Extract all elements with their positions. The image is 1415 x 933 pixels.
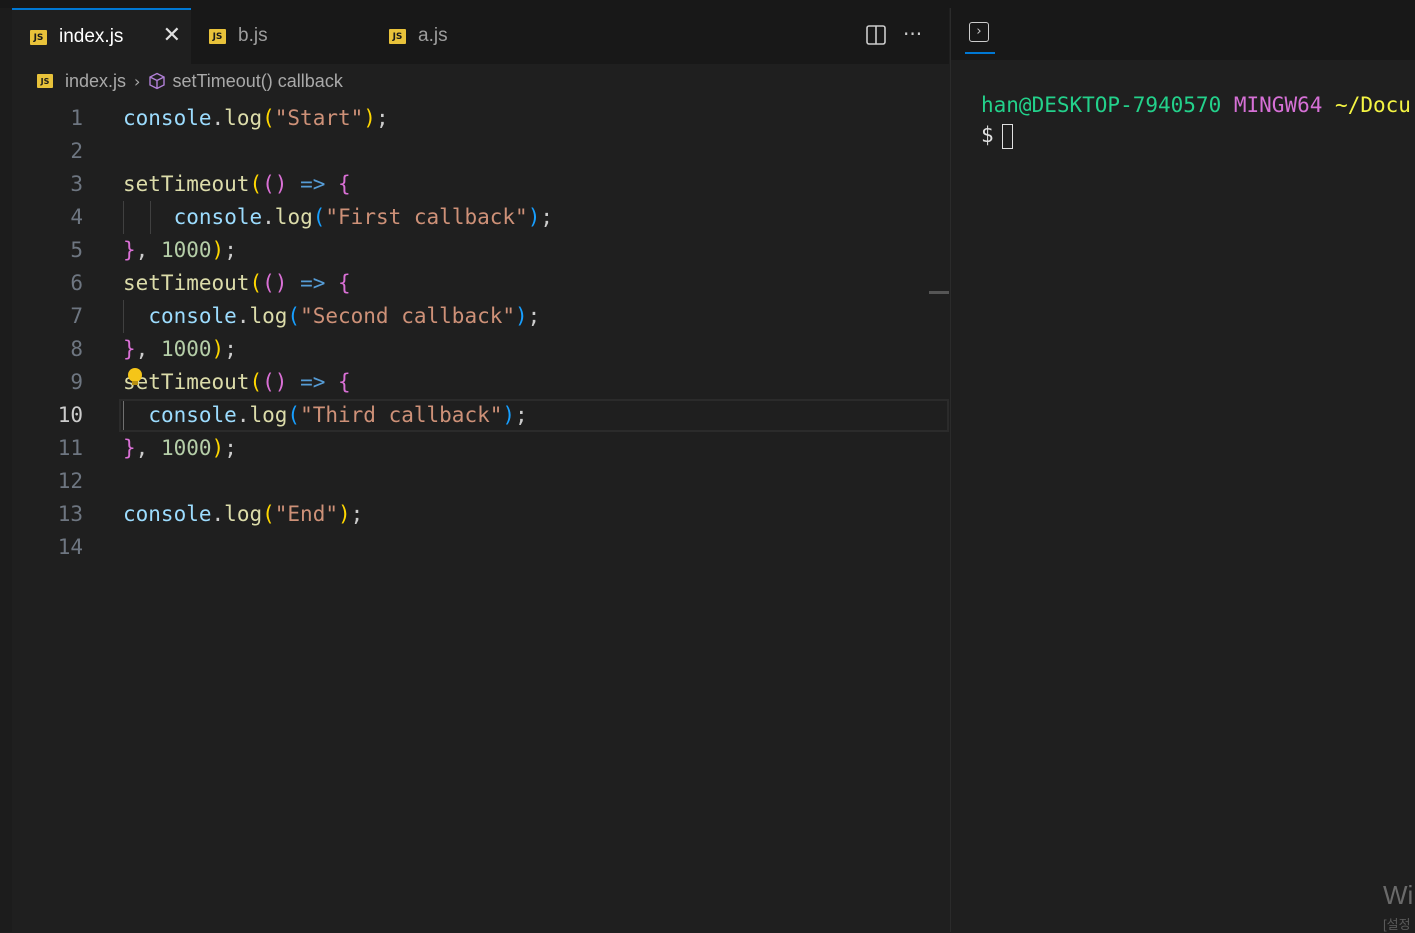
tab-index-js[interactable]: JS index.js ✕ <box>12 8 191 64</box>
minimap-indicator <box>929 291 949 294</box>
line-number: 13 <box>57 502 83 526</box>
line-number: 8 <box>70 337 83 361</box>
code-text: console.log("First callback"); <box>173 205 553 229</box>
code-text: setTimeout(() => { <box>123 271 351 295</box>
breadcrumb: JS index.js › setTimeout() callback <box>12 64 949 98</box>
code-text: }, 1000); <box>123 238 237 262</box>
js-file-icon: JS <box>209 28 226 44</box>
code-line[interactable]: 11 }, 1000); <box>12 432 949 465</box>
title-strip <box>0 0 1415 8</box>
close-icon[interactable]: ✕ <box>163 23 181 48</box>
code-line[interactable]: 10 console.log("Third callback"); <box>12 399 949 432</box>
code-line[interactable]: 14 <box>12 531 949 564</box>
line-number: 2 <box>70 139 83 163</box>
lightbulb-icon[interactable] <box>128 368 142 385</box>
line-number: 10 <box>57 403 83 427</box>
code-text: console.log("End"); <box>123 502 364 526</box>
terminal-cursor <box>1001 123 1013 149</box>
code-editor[interactable]: 1 console.log("Start"); 2 3 setTimeout(() =>… <box>12 102 949 564</box>
windows-activation-watermark-sub: [설정 <box>1383 917 1411 932</box>
code-line[interactable]: 5 }, 1000); <box>12 234 949 267</box>
line-number: 3 <box>70 172 83 196</box>
terminal-path: ~/Docu <box>1335 93 1411 117</box>
more-actions-icon[interactable]: ··· <box>903 22 922 46</box>
tab-label: b.js <box>238 25 268 46</box>
tab-a-js[interactable]: JS a.js <box>371 8 551 64</box>
symbol-method-icon <box>148 72 166 90</box>
js-file-icon: JS <box>389 28 406 44</box>
terminal-user: han@DESKTOP-7940570 <box>981 93 1222 117</box>
code-line[interactable]: 13 console.log("End"); <box>12 498 949 531</box>
terminal-panel: › han@DESKTOP-7940570 MINGW64 ~/Docu $ <box>950 8 1415 932</box>
chevron-right-icon: › <box>134 71 141 91</box>
line-number: 14 <box>57 535 83 559</box>
breadcrumb-file[interactable]: index.js <box>65 71 126 92</box>
terminal-prompt: $ <box>981 123 994 147</box>
line-number: 12 <box>57 469 83 493</box>
code-text: console.log("Second callback"); <box>148 304 541 328</box>
line-number: 6 <box>70 271 83 295</box>
code-line[interactable]: 8 }, 1000); <box>12 333 949 366</box>
line-number: 11 <box>57 436 83 460</box>
code-line[interactable]: 12 <box>12 465 949 498</box>
line-number: 1 <box>70 106 83 130</box>
breadcrumb-symbol[interactable]: setTimeout() callback <box>172 71 342 92</box>
code-line[interactable]: 3 setTimeout(() => { <box>12 168 949 201</box>
code-line[interactable]: 9 setTimeout(() => { <box>12 366 949 399</box>
js-file-icon: JS <box>30 29 47 45</box>
line-number: 4 <box>70 205 83 229</box>
editor-group: JS index.js ✕ JS b.js JS a.js ··· JS ind… <box>12 8 949 932</box>
line-number: 9 <box>70 370 83 394</box>
tab-bar: JS index.js ✕ JS b.js JS a.js ··· <box>12 8 949 64</box>
activity-edge <box>0 8 12 932</box>
code-text: setTimeout(() => { <box>123 172 351 196</box>
code-text: console.log("Start"); <box>123 106 389 130</box>
tab-b-js[interactable]: JS b.js <box>191 8 371 64</box>
code-text: setTimeout(() => { <box>123 370 351 394</box>
code-line[interactable]: 7 console.log("Second callback"); <box>12 300 949 333</box>
terminal-tab-indicator <box>965 52 995 54</box>
code-text: console.log("Third callback"); <box>148 403 528 427</box>
code-line[interactable]: 1 console.log("Start"); <box>12 102 949 135</box>
line-number: 7 <box>70 304 83 328</box>
tab-label: a.js <box>418 25 448 46</box>
code-text: }, 1000); <box>123 337 237 361</box>
code-line[interactable]: 4 console.log("First callback"); <box>12 201 949 234</box>
code-text: }, 1000); <box>123 436 237 460</box>
code-line[interactable]: 2 <box>12 135 949 168</box>
js-file-icon: JS <box>37 74 53 88</box>
split-editor-icon[interactable] <box>865 24 887 51</box>
line-number: 5 <box>70 238 83 262</box>
code-line[interactable]: 6 setTimeout(() => { <box>12 267 949 300</box>
terminal-header: › <box>951 8 1415 60</box>
terminal-shell: MINGW64 <box>1233 93 1323 117</box>
terminal-output[interactable]: han@DESKTOP-7940570 MINGW64 ~/Docu $ <box>981 90 1411 150</box>
tab-label: index.js <box>59 26 124 47</box>
terminal-icon[interactable]: › <box>969 22 989 42</box>
windows-activation-watermark: Wi <box>1383 880 1414 910</box>
